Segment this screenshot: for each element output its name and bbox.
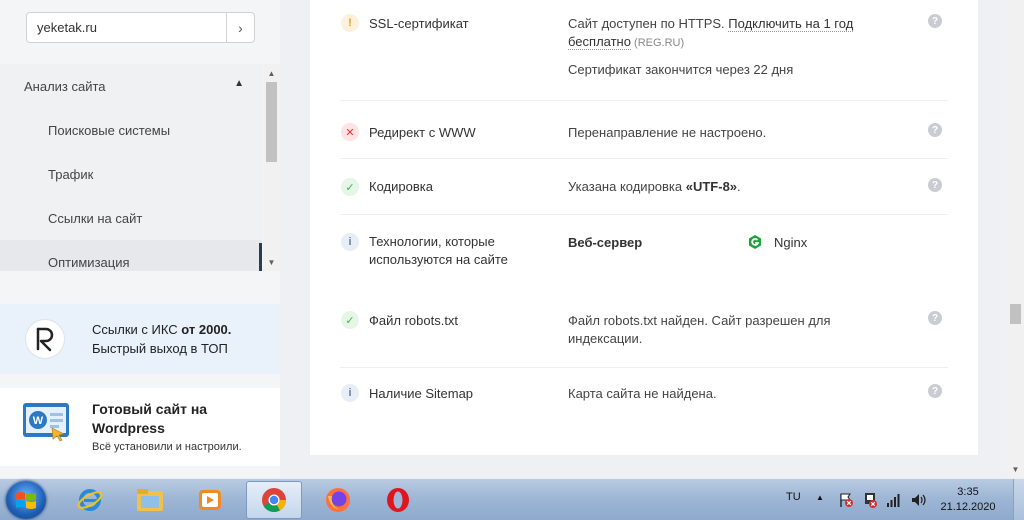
ssl-expiry-text: Сертификат закончится через 22 дня (568, 62, 794, 77)
result-row-ssl: ! SSL-сертификат Сайт доступен по HTTPS.… (310, 0, 978, 101)
menu-scroll-thumb[interactable] (266, 82, 277, 162)
nginx-logo-icon (749, 235, 761, 249)
promo-line2: Быстрый выход в ТОП (92, 341, 228, 356)
taskbar-explorer[interactable] (122, 481, 178, 519)
chrome-icon (262, 488, 286, 513)
result-row-sitemap: i Наличие Sitemap Карта сайта не найдена… (310, 368, 978, 428)
help-icon[interactable]: ? (928, 178, 942, 192)
ssl-status-text: Сайт доступен по HTTPS. (568, 16, 729, 31)
internet-explorer-icon (77, 489, 103, 511)
wordpress-site-icon: W (23, 403, 69, 442)
menu-section-site-analysis[interactable]: Анализ сайта ▲ (0, 64, 262, 108)
windows-logo-icon (16, 492, 36, 509)
taskbar-ie[interactable] (62, 481, 118, 519)
result-row-encoding: ✓ Кодировка Указана кодировка «UTF-8». ? (310, 159, 978, 215)
info-icon: i (341, 233, 359, 251)
row-label: Кодировка (369, 179, 433, 194)
chevron-up-icon[interactable]: ▲ (234, 78, 244, 89)
row-value: Перенаправление не настроено. (568, 125, 767, 140)
page-scrollbar[interactable]: ▼ (1007, 0, 1024, 478)
menu-section-label: Анализ сайта (24, 78, 106, 94)
result-row-technologies: i Технологии, которые используются на са… (310, 215, 978, 295)
row-label: Наличие Sitemap (369, 386, 474, 401)
language-indicator[interactable]: TU (786, 491, 801, 503)
tech-value: Nginx (774, 234, 808, 250)
domain-input[interactable]: yeketak.ru (27, 20, 226, 35)
folder-icon (137, 489, 163, 511)
optimization-results-card: ! SSL-сертификат Сайт доступен по HTTPS.… (310, 0, 978, 455)
menu-scrollbar[interactable]: ▲ ▼ (263, 64, 280, 271)
ssl-provider-text: (REG.RU) (630, 37, 685, 49)
sidebar-item-backlinks[interactable]: Ссылки на сайт (0, 196, 262, 240)
system-clock[interactable]: 3:35 21.12.2020 (938, 485, 998, 515)
show-desktop-button[interactable] (1013, 479, 1024, 520)
error-icon: ✕ (341, 123, 359, 141)
promo-wp-subtitle: Всё установили и настроили. (92, 441, 242, 453)
promo-line1: Ссылки с ИКС (92, 322, 182, 337)
row-label: Редирект с WWW (369, 125, 476, 140)
sidebar-item-traffic[interactable]: Трафик (0, 152, 262, 196)
page-scroll-thumb[interactable] (1010, 304, 1021, 324)
taskbar: TU ▲ 3:35 21.12.2020 (0, 478, 1024, 520)
taskbar-media[interactable] (182, 481, 238, 519)
promo-wp-title: Готовый сайт на Wordpress (92, 401, 208, 436)
result-row-robots: ✓ Файл robots.txt Файл robots.txt найден… (310, 295, 978, 368)
row-label: Технологии, которые используются на сайт… (369, 234, 508, 267)
domain-go-button[interactable]: › (226, 13, 254, 42)
sidebar-item-optimization[interactable]: Оптимизация (0, 240, 262, 271)
promo-links-banner[interactable]: Ссылки с ИКС от 2000. Быстрый выход в ТО… (0, 304, 280, 374)
promo-wordpress-banner[interactable]: W Готовый сайт на Wordpress Всё установи… (0, 388, 280, 466)
warning-icon: ! (341, 14, 359, 32)
encoding-value: «UTF-8» (685, 179, 738, 194)
volume-icon[interactable] (910, 492, 928, 508)
tech-category: Веб-сервер (568, 235, 643, 250)
action-center-flag-icon[interactable] (838, 492, 854, 508)
row-label: SSL-сертификат (369, 16, 469, 31)
sidebar-menu: Анализ сайта ▲ Поисковые системы Трафик … (0, 64, 262, 271)
active-indicator (259, 243, 262, 271)
start-button[interactable] (6, 481, 46, 519)
scroll-down-arrow-icon[interactable]: ▼ (263, 255, 280, 269)
info-icon: i (341, 384, 359, 402)
opera-icon (387, 488, 409, 512)
row-value: Сайт доступен по HTTPS. Подключить на 1 … (568, 15, 898, 52)
row-value: Файл robots.txt найден. Сайт разрешен дл… (568, 313, 831, 346)
usb-device-icon[interactable] (862, 491, 878, 509)
result-row-redirect: ✕ Редирект с WWW Перенаправление не наст… (310, 101, 978, 159)
clock-date: 21.12.2020 (940, 501, 996, 513)
firefox-icon (326, 488, 350, 512)
encoding-text: Указана кодировка (568, 179, 686, 194)
help-icon[interactable]: ? (928, 384, 942, 398)
check-icon: ✓ (341, 311, 359, 329)
promo-line1-bold: от 2000. (181, 322, 232, 337)
row-value: Карта сайта не найдена. (568, 386, 717, 401)
encoding-period: . (737, 179, 741, 194)
tray-expand-icon[interactable]: ▲ (816, 493, 824, 502)
domain-field[interactable]: yeketak.ru › (26, 12, 255, 43)
help-icon[interactable]: ? (928, 311, 942, 325)
sidebar: yeketak.ru › Анализ сайта ▲ Поисковые си… (0, 0, 280, 478)
taskbar-firefox[interactable] (310, 481, 366, 519)
row-value: Указана кодировка «UTF-8». (568, 178, 898, 196)
network-signal-icon[interactable] (886, 493, 902, 507)
help-icon[interactable]: ? (928, 123, 942, 137)
check-icon: ✓ (341, 178, 359, 196)
scroll-down-arrow-icon[interactable]: ▼ (1007, 462, 1024, 476)
row-label: Файл robots.txt (369, 313, 459, 328)
taskbar-opera[interactable] (370, 481, 426, 519)
tech-entry: Nginx (747, 234, 807, 250)
media-player-icon (199, 490, 221, 510)
promo-logo-icon (26, 320, 64, 358)
help-icon[interactable]: ? (928, 14, 942, 28)
sidebar-item-search-engines[interactable]: Поисковые системы (0, 108, 262, 152)
clock-time: 3:35 (957, 486, 979, 498)
scroll-up-arrow-icon[interactable]: ▲ (263, 66, 280, 80)
svg-text:W: W (33, 415, 44, 427)
taskbar-chrome[interactable] (246, 481, 302, 519)
